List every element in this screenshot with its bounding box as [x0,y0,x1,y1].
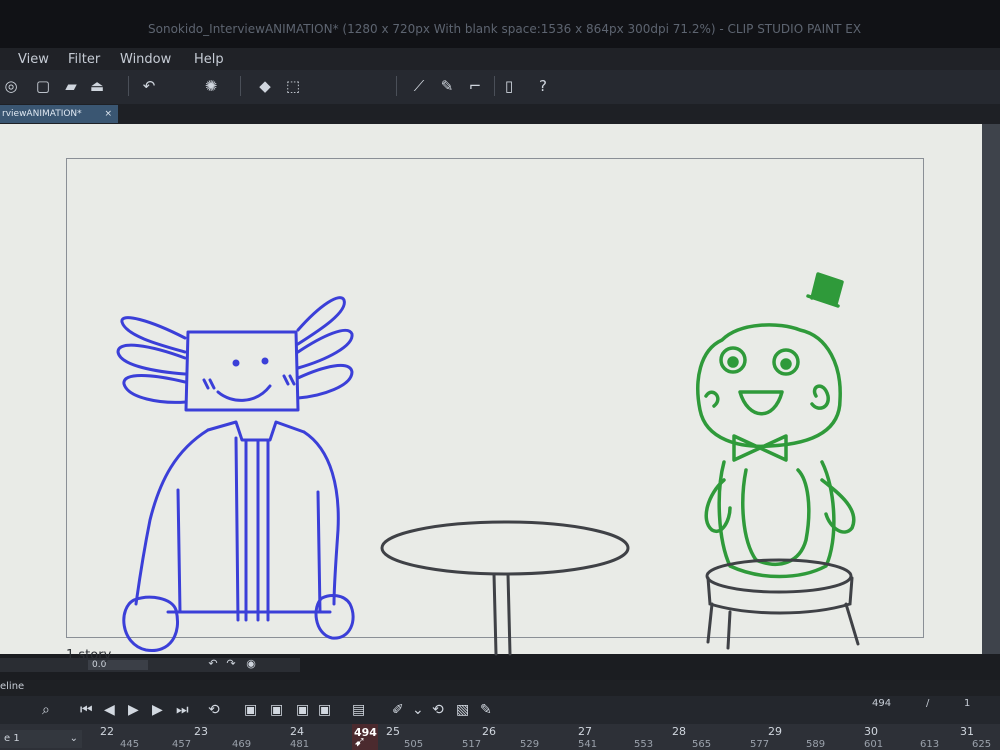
ruler-major-tick: 24 [290,725,304,738]
ruler-minor-tick: 457 [172,739,192,750]
ruler-minor-tick: 541 [578,739,598,750]
ruler-major-tick: 26 [482,725,496,738]
next-frame-icon[interactable]: ▶ [152,702,163,718]
timeline-panel-header [0,680,1000,696]
pencil-icon[interactable]: ✎ [480,702,492,718]
frog-drawing [696,272,856,579]
ruler-minor-tick: 553 [634,739,654,750]
ruler-minor-tick: 517 [462,739,482,750]
last-frame-icon[interactable]: ⏭ [176,702,189,718]
first-frame-icon[interactable]: ⏮ [80,702,93,718]
ruler-major-tick: 31 [960,725,974,738]
rotate-right-icon[interactable]: ↷ [224,656,238,670]
ruler-major-tick: 23 [194,725,208,738]
track-selector[interactable]: e 1 ⌄ [0,730,82,748]
ruler-minor-tick: 469 [232,739,252,750]
chevron-down-icon: ⌄ [69,733,78,744]
brush-tool-icon[interactable]: ✐ [392,702,404,718]
ruler-major-tick: 25 [386,725,400,738]
reset-view-icon[interactable]: ◉ [244,656,258,670]
frame-total-readout: 1 [964,698,971,709]
zoom-icon[interactable]: ⌕ [42,702,50,718]
stool-drawing [705,558,860,650]
link-cel-icon[interactable]: ▣ [296,702,309,718]
ruler-major-tick: 28 [672,725,686,738]
ruler-major-tick: 22 [100,725,114,738]
table-drawing [380,520,630,656]
timeline-ruler[interactable] [0,724,1000,750]
adjust-icon[interactable]: ⟲ [432,702,444,718]
cel-lock-icon[interactable]: ▧ [456,702,469,718]
cel-settings-icon[interactable]: ▣ [318,702,331,718]
ruler-minor-tick: 445 [120,739,140,750]
canvas-drawing [116,272,860,656]
ruler-minor-tick: 505 [404,739,424,750]
ruler-major-tick: 27 [578,725,592,738]
ruler-minor-tick: 601 [864,739,884,750]
play-icon[interactable]: ▶ [128,702,139,718]
mouse-cursor-icon: ➹ [354,734,366,750]
story-label: 1 story [66,648,112,663]
track-selector-label: e 1 [4,733,20,744]
new-cel-copy-icon[interactable]: ▣ [270,702,283,718]
onion-skin-icon[interactable]: ▤ [352,702,365,718]
frame-current-readout: 494 [872,698,892,709]
ruler-minor-tick: 481 [290,739,310,750]
ruler-major-tick: 30 [864,725,878,738]
new-cel-icon[interactable]: ▣ [244,702,257,718]
previous-frame-icon[interactable]: ◀ [104,702,115,718]
ruler-major-tick: 29 [768,725,782,738]
ruler-minor-tick: 589 [806,739,826,750]
ruler-minor-tick: 625 [972,739,992,750]
timeline-transport-bar [0,696,1000,724]
loop-icon[interactable]: ⟲ [208,702,220,718]
ruler-minor-tick: 565 [692,739,712,750]
rotate-left-icon[interactable]: ↶ [206,656,220,670]
timeline-tab[interactable]: eline [0,681,24,692]
axolotl-drawing [116,296,355,652]
ruler-minor-tick: 613 [920,739,940,750]
ruler-minor-tick: 577 [750,739,770,750]
frame-separator: / [926,698,930,709]
chevron-down-icon[interactable]: ⌄ [412,702,424,718]
ruler-minor-tick: 529 [520,739,540,750]
